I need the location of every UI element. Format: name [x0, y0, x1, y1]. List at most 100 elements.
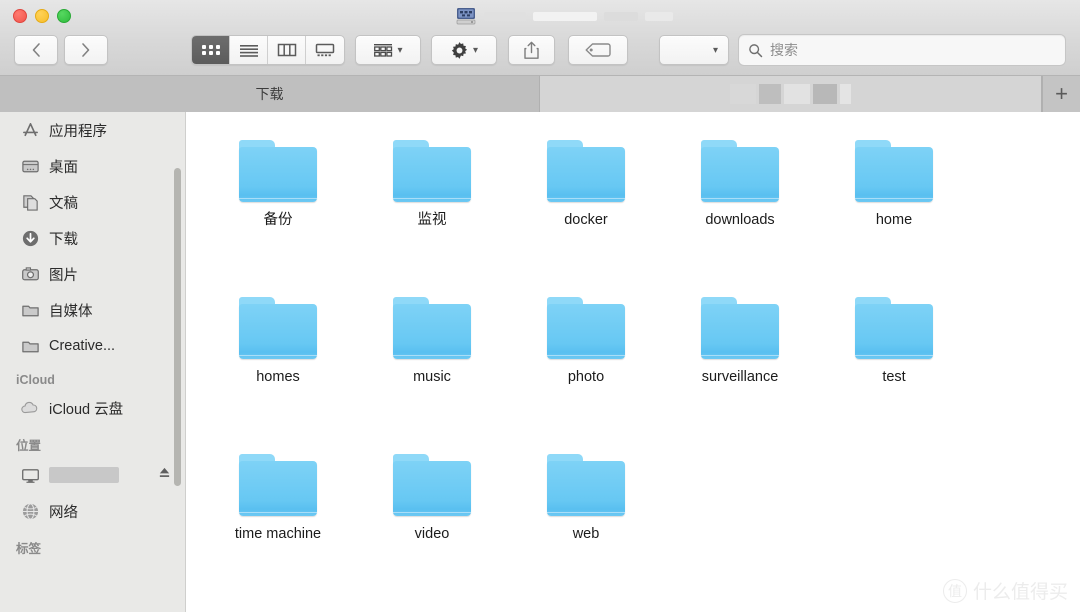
list-view-button[interactable]	[230, 36, 268, 64]
folder-icon	[547, 454, 625, 516]
sidebar-section-locations: 位置	[0, 426, 185, 457]
sidebar-item-icloud-drive[interactable]: iCloud 云盘	[0, 390, 185, 426]
sidebar-item-label: 网络	[49, 501, 78, 522]
minimize-button[interactable]	[35, 9, 49, 23]
file-item[interactable]: music	[355, 283, 509, 440]
file-item[interactable]: 备份	[201, 126, 355, 283]
sidebar-item-label: 文稿	[49, 192, 78, 213]
folder-icon	[701, 140, 779, 202]
column-view-button[interactable]	[268, 36, 306, 64]
file-item[interactable]: homes	[201, 283, 355, 440]
folder-icon	[239, 454, 317, 516]
window-title-blurred	[604, 12, 638, 21]
titlebar: ▾ ▾ ▾	[0, 0, 1080, 76]
tag-button[interactable]	[568, 35, 628, 65]
file-label: photo	[568, 369, 604, 386]
search-field[interactable]: 搜索	[738, 34, 1066, 66]
sidebar-item-label: 自媒体	[49, 300, 93, 321]
window-title-blurred	[645, 12, 673, 21]
share-button[interactable]	[508, 35, 555, 65]
file-label: music	[413, 369, 451, 386]
tab-bar: 下载 +	[0, 76, 1080, 112]
back-button[interactable]	[14, 35, 58, 65]
navigation-buttons	[14, 35, 108, 65]
folder-icon	[20, 336, 40, 356]
file-item[interactable]: docker	[509, 126, 663, 283]
sidebar-item-label: iCloud 云盘	[49, 398, 123, 419]
group-by-button[interactable]: ▾	[355, 35, 421, 65]
sidebar-section-tags: 标签	[0, 529, 185, 560]
file-label: docker	[564, 212, 608, 229]
traffic-lights	[13, 9, 71, 23]
file-item[interactable]: photo	[509, 283, 663, 440]
finder-window: ▾ ▾ ▾	[0, 0, 1080, 612]
sidebar-item-downloads[interactable]: 下载	[0, 220, 185, 256]
sidebar-section-icloud: iCloud	[0, 364, 185, 390]
sidebar-item-network[interactable]: 网络	[0, 493, 185, 529]
icon-view-button[interactable]	[192, 36, 230, 64]
eject-icon[interactable]	[158, 466, 171, 484]
sidebar-item-computer[interactable]	[0, 457, 185, 493]
file-item[interactable]: surveillance	[663, 283, 817, 440]
file-label: 监视	[418, 212, 447, 229]
file-label: test	[882, 369, 905, 386]
sidebar-item-desktop[interactable]: 桌面	[0, 148, 185, 184]
search-placeholder: 搜索	[770, 40, 798, 60]
folder-icon	[20, 300, 40, 320]
file-item[interactable]: video	[355, 440, 509, 597]
window-title	[455, 5, 673, 27]
sidebar-item-label: 桌面	[49, 156, 78, 177]
forward-button[interactable]	[64, 35, 108, 65]
gallery-view-button[interactable]	[306, 36, 344, 64]
file-label: homes	[256, 369, 300, 386]
file-label: home	[876, 212, 912, 229]
folder-icon	[239, 140, 317, 202]
folder-icon	[547, 140, 625, 202]
sidebar-item-label: Creative...	[49, 338, 115, 354]
tab-secondary[interactable]	[540, 76, 1042, 112]
close-button[interactable]	[13, 9, 27, 23]
search-icon	[748, 43, 763, 58]
sidebar-item-applications[interactable]: 应用程序	[0, 112, 185, 148]
sidebar-item-creative[interactable]: Creative...	[0, 328, 185, 364]
sidebar-item-documents[interactable]: 文稿	[0, 184, 185, 220]
desktop-icon	[20, 156, 40, 176]
cloud-icon	[20, 398, 40, 418]
gear-icon	[450, 41, 469, 60]
misc-dropdown-button[interactable]: ▾	[659, 35, 729, 65]
window-title-blurred	[484, 12, 526, 21]
grid-icon	[201, 43, 221, 57]
sidebar-scrollbar[interactable]	[174, 168, 181, 486]
file-item[interactable]: home	[817, 126, 971, 283]
file-item[interactable]: time machine	[201, 440, 355, 597]
folder-icon	[393, 297, 471, 359]
gallery-icon	[315, 43, 335, 57]
new-tab-label: +	[1055, 81, 1068, 107]
tab-label-blurred	[730, 84, 851, 104]
chevron-down-icon: ▾	[713, 45, 718, 56]
new-tab-button[interactable]: +	[1042, 76, 1080, 112]
file-item[interactable]: 监视	[355, 126, 509, 283]
tab-label: 下载	[256, 84, 284, 104]
zoom-button[interactable]	[57, 9, 71, 23]
sidebar-item-zimeiti[interactable]: 自媒体	[0, 292, 185, 328]
file-grid: 备份 监视 docker downloads home homes	[187, 112, 1080, 597]
folder-icon	[855, 297, 933, 359]
file-label: downloads	[705, 212, 774, 229]
tab-downloads[interactable]: 下载	[0, 76, 540, 112]
sidebar-item-label: 下载	[49, 228, 78, 249]
folder-icon	[393, 454, 471, 516]
file-item[interactable]: test	[817, 283, 971, 440]
group-icon	[373, 43, 393, 58]
tag-icon	[584, 42, 612, 58]
action-menu-button[interactable]: ▾	[431, 35, 497, 65]
file-label: video	[415, 526, 450, 543]
chevron-down-icon: ▾	[473, 45, 478, 56]
sidebar-item-pictures[interactable]: 图片	[0, 256, 185, 292]
file-item[interactable]: downloads	[663, 126, 817, 283]
folder-icon	[239, 297, 317, 359]
sidebar-item-label-blurred	[49, 467, 119, 483]
file-item[interactable]: web	[509, 440, 663, 597]
list-icon	[239, 43, 259, 57]
folder-icon	[701, 297, 779, 359]
